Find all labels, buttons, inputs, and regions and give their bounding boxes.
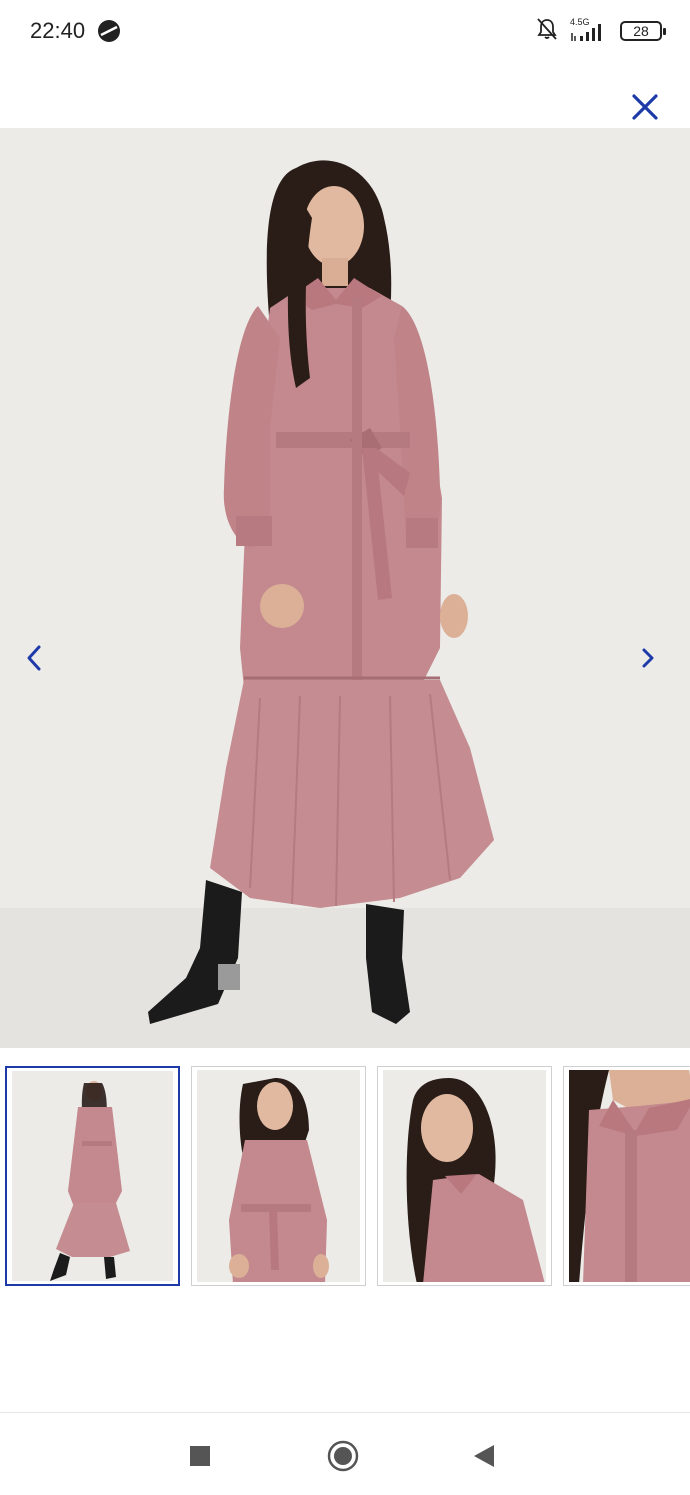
bell-muted-icon xyxy=(536,17,558,46)
back-icon xyxy=(474,1445,494,1467)
status-indicators: 4.5G 28 xyxy=(536,16,666,46)
recent-apps-button[interactable] xyxy=(177,1433,223,1479)
signal-icon: 4.5G xyxy=(570,17,608,43)
thumbnail-image xyxy=(383,1070,546,1282)
app-notification-icon xyxy=(97,19,121,43)
close-button[interactable] xyxy=(624,86,666,128)
thumbnail-4[interactable] xyxy=(563,1066,690,1286)
battery-icon: 28 xyxy=(620,21,666,41)
thumbnail-1[interactable] xyxy=(5,1066,180,1286)
close-icon xyxy=(632,94,658,120)
system-navigation-bar xyxy=(0,1412,690,1495)
thumbnail-3[interactable] xyxy=(377,1066,552,1286)
thumbnail-image xyxy=(569,1070,690,1282)
chevron-left-icon xyxy=(27,645,41,671)
thumbnail-strip[interactable] xyxy=(0,1066,690,1286)
status-time: 22:40 xyxy=(30,18,86,43)
product-image-viewer: 22:40 4.5G 28 xyxy=(0,0,690,1495)
thumbnail-image xyxy=(197,1070,360,1282)
home-button[interactable] xyxy=(320,1433,366,1479)
chevron-right-icon xyxy=(642,648,654,668)
main-product-image[interactable] xyxy=(0,128,690,1048)
previous-image-button[interactable] xyxy=(14,636,54,680)
recent-apps-icon xyxy=(190,1446,210,1466)
thumbnail-2[interactable] xyxy=(191,1066,366,1286)
home-icon xyxy=(327,1440,359,1472)
status-bar: 22:40 4.5G 28 xyxy=(0,0,690,62)
next-image-button[interactable] xyxy=(628,636,668,680)
thumbnail-image xyxy=(12,1071,173,1281)
back-button[interactable] xyxy=(461,1433,507,1479)
